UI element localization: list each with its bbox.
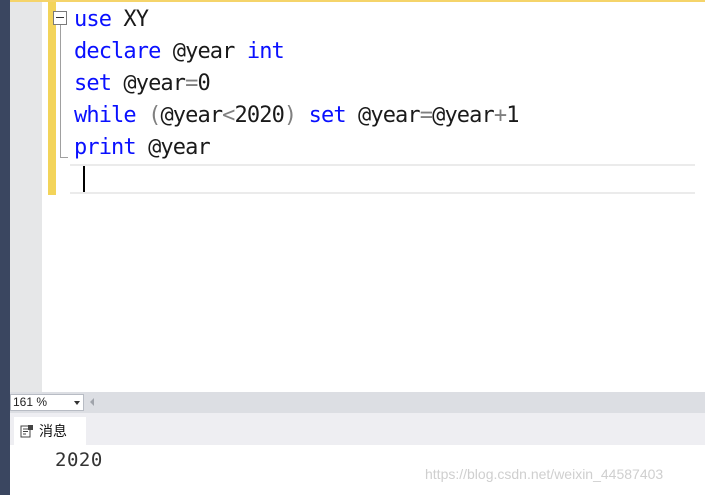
keyword-token: declare — [74, 39, 161, 64]
code-token: ( — [135, 103, 161, 128]
current-line-highlight — [70, 164, 695, 194]
editor-gutter — [10, 2, 42, 392]
code-token: = — [185, 71, 198, 96]
code-token: @year — [160, 103, 223, 128]
message-doc-icon — [20, 425, 33, 438]
code-line[interactable]: print @year — [74, 132, 519, 164]
collapse-minus-icon[interactable] — [53, 11, 67, 25]
keyword-token: int — [246, 39, 285, 64]
code-line[interactable]: while (@year<2020) set @year=@year+1 — [74, 100, 519, 132]
code-token: + — [493, 103, 507, 128]
code-line[interactable]: declare @year int — [74, 36, 519, 68]
code-token: < — [222, 103, 235, 128]
code-token: @year — [135, 135, 211, 160]
editor-status-bar: 161 % — [10, 392, 705, 413]
code-token: 0 — [197, 71, 210, 96]
keyword-token: set — [296, 103, 347, 128]
code-token: 1 — [506, 103, 519, 128]
code-token: = — [419, 103, 433, 128]
change-tracking-bar — [48, 2, 56, 195]
chevron-down-icon[interactable] — [74, 401, 80, 405]
editor-top-border — [10, 0, 705, 2]
results-pane: 2020 https://blog.csdn.net/weixin_445874… — [10, 445, 705, 495]
zoom-dropdown[interactable]: 161 % — [10, 394, 84, 411]
results-tab-strip: 消息 — [10, 413, 705, 445]
outline-guide-end — [60, 157, 68, 158]
code-token: @year — [345, 103, 421, 128]
zoom-level: 161 % — [13, 395, 48, 409]
code-block[interactable]: use XY declare @year int set @year=0 while … — [74, 4, 519, 164]
keyword-token: set — [74, 71, 112, 96]
tab-messages-label: 消息 — [39, 424, 67, 440]
watermark-text: https://blog.csdn.net/weixin_44587403 — [425, 466, 664, 482]
outline-guide-line — [60, 25, 61, 157]
code-line[interactable]: use XY — [74, 4, 519, 36]
keyword-token: use — [74, 7, 112, 32]
code-token: @year — [160, 39, 247, 64]
code-line[interactable]: set @year=0 — [74, 68, 519, 100]
result-output: 2020 — [55, 449, 103, 471]
code-token: ) — [283, 103, 297, 128]
code-token: @year — [432, 103, 495, 128]
text-caret — [83, 166, 85, 192]
code-token: 2020 — [234, 103, 285, 128]
keyword-token: while — [74, 103, 137, 128]
code-token: @year — [111, 71, 186, 96]
left-window-strip — [0, 0, 10, 495]
code-token: XY — [111, 7, 149, 32]
scroll-left-arrow-icon[interactable] — [90, 398, 94, 406]
tab-messages[interactable]: 消息 — [14, 417, 86, 445]
keyword-token: print — [74, 135, 137, 160]
